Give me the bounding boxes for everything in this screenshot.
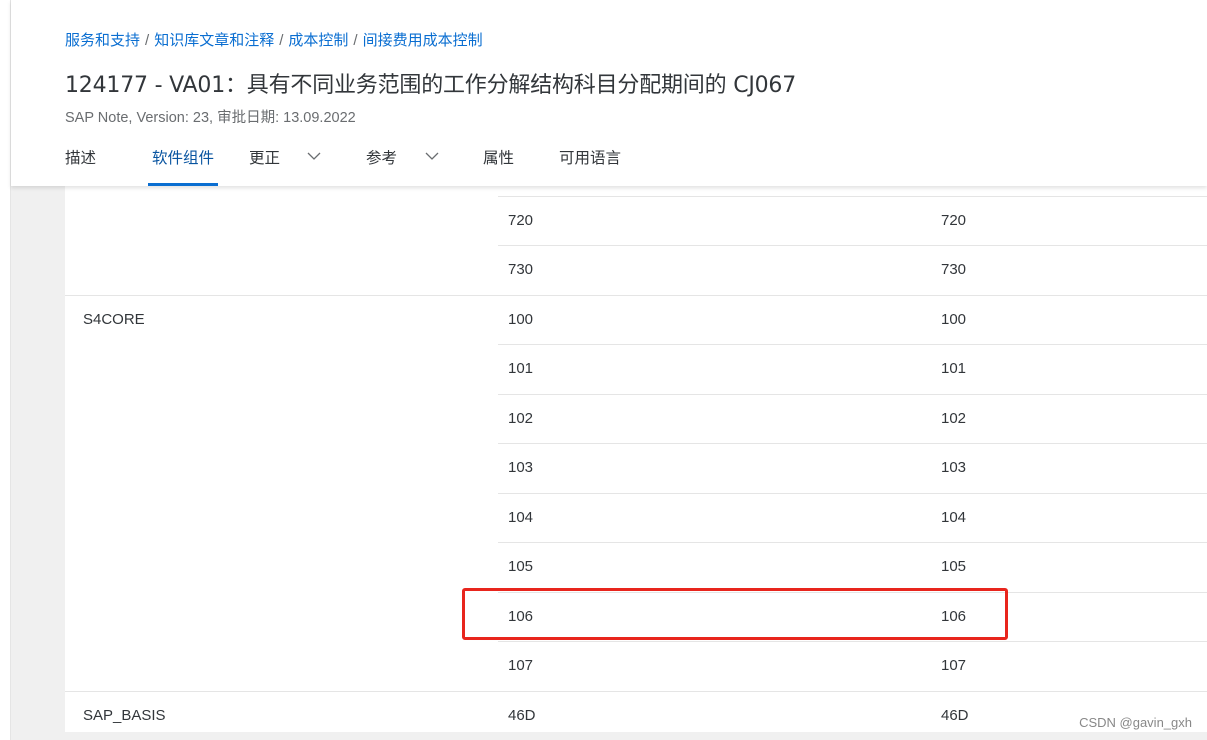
tab-label: 可用语言	[559, 149, 622, 167]
component-cell: S4CORE	[83, 311, 145, 328]
page-header: 服务和支持 / 知识库文章和注释 / 成本控制 / 间接费用成本控制 124177 - VA…	[11, 0, 1207, 186]
tab-attributes[interactable]: 属性	[483, 146, 514, 186]
release-from-cell: 720	[508, 212, 534, 229]
table-row: 730 730	[65, 245, 1207, 294]
watermark: CSDN @gavin_gxh	[1079, 715, 1192, 730]
note-version-info: SAP Note, Version: 23, 审批日期: 13.09.2022	[65, 110, 356, 126]
table-row: 102 102	[65, 394, 1207, 443]
chevron-down-icon	[424, 148, 440, 164]
breadcrumb-separator: /	[145, 32, 150, 49]
page-title: 124177 - VA01：具有不同业务范围的工作分解结构科目分配期间的 CJ0…	[65, 73, 797, 98]
release-from-cell: 101	[508, 360, 534, 377]
tab-label: 软件组件	[152, 149, 215, 167]
release-to-cell: 107	[941, 657, 967, 674]
breadcrumb-link-cost-control[interactable]: 成本控制	[288, 32, 348, 49]
release-to-cell: 730	[941, 261, 967, 278]
release-to-cell: 105	[941, 558, 967, 575]
breadcrumb: 服务和支持 / 知识库文章和注释 / 成本控制 / 间接费用成本控制	[65, 29, 483, 50]
tab-software-components[interactable]: 软件组件	[147, 146, 219, 186]
software-components-table: 720 720 730 730 S4CORE 100 100 101 101 1…	[65, 186, 1207, 732]
breadcrumb-link-kb-articles[interactable]: 知识库文章和注释	[154, 32, 274, 49]
release-to-cell: 104	[941, 509, 967, 526]
release-to-cell: 101	[941, 360, 967, 377]
tab-references[interactable]: 参考	[366, 146, 439, 186]
release-to-cell: 720	[941, 212, 967, 229]
breadcrumb-link-overhead-cost-control[interactable]: 间接费用成本控制	[363, 32, 483, 49]
release-from-cell: 730	[508, 261, 534, 278]
release-to-cell: 46D	[941, 707, 969, 724]
side-panel-edge	[0, 0, 11, 740]
breadcrumb-separator: /	[279, 32, 284, 49]
release-from-cell: 102	[508, 410, 534, 427]
release-from-cell: 107	[508, 657, 534, 674]
release-from-cell: 104	[508, 509, 534, 526]
page: 服务和支持 / 知识库文章和注释 / 成本控制 / 间接费用成本控制 124177 - VA…	[0, 0, 1207, 740]
tab-label: 描述	[65, 149, 97, 167]
table-row: 103 103	[65, 443, 1207, 492]
chevron-down-icon	[306, 148, 322, 164]
tab-description[interactable]: 描述	[65, 146, 96, 186]
release-from-cell: 103	[508, 459, 534, 476]
table-row: S4CORE 100 100	[65, 295, 1207, 344]
release-from-cell: 46D	[508, 707, 536, 724]
table-row: 104 104	[65, 493, 1207, 542]
release-to-cell: 103	[941, 459, 967, 476]
component-cell: SAP_BASIS	[83, 707, 166, 724]
tab-label: 参考	[366, 149, 398, 167]
release-from-cell: 105	[508, 558, 534, 575]
table-row: SAP_BASIS 46D 46D	[65, 691, 1207, 732]
release-from-cell: 100	[508, 311, 534, 328]
table-row: 101 101	[65, 344, 1207, 393]
table-row: 107 107	[65, 641, 1207, 690]
highlight-annotation-box	[462, 588, 1008, 640]
tab-corrections[interactable]: 更正	[249, 146, 321, 186]
breadcrumb-separator: /	[353, 32, 358, 49]
tab-available-languages[interactable]: 可用语言	[559, 146, 621, 186]
table-row: 105 105	[65, 542, 1207, 591]
tab-label: 更正	[249, 149, 281, 167]
breadcrumb-link-service-support[interactable]: 服务和支持	[65, 32, 140, 49]
tab-label: 属性	[483, 149, 515, 167]
release-to-cell: 102	[941, 410, 967, 427]
release-to-cell: 100	[941, 311, 967, 328]
table-row: 720 720	[65, 196, 1207, 245]
